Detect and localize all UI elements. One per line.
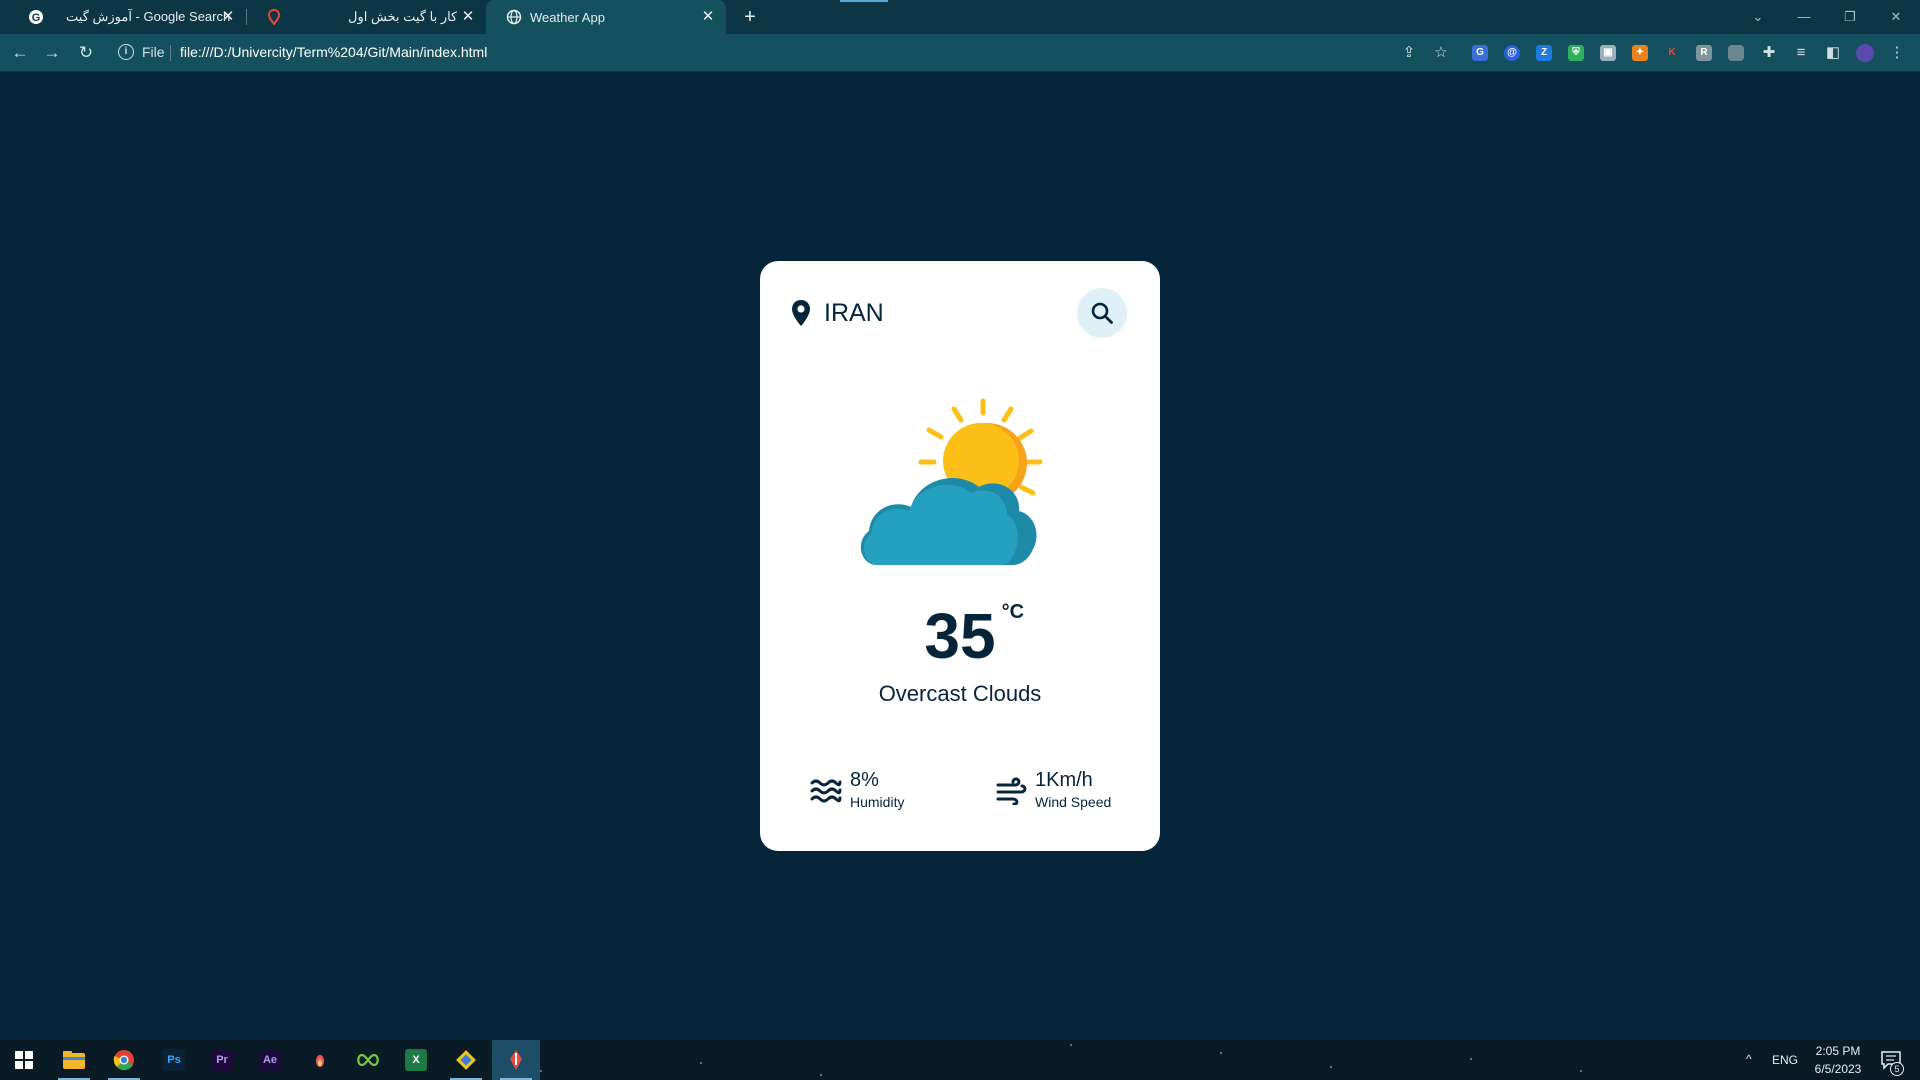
taskbar-git-app[interactable]: [442, 1040, 490, 1080]
wallpaper-star: [1070, 1044, 1072, 1046]
humidity-waves-icon: [810, 779, 842, 803]
wind-detail: 1Km/h Wind Speed: [995, 767, 1135, 813]
sun-behind-cloud-icon: [860, 398, 1043, 565]
windows-start-button[interactable]: [0, 1040, 48, 1080]
humidity-detail: 8% Humidity: [810, 767, 940, 813]
wallpaper-star: [1330, 1066, 1332, 1068]
tray-language[interactable]: ENG: [1772, 1053, 1798, 1067]
minimize-icon[interactable]: —: [1794, 7, 1814, 27]
close-tab-icon[interactable]: ✕: [220, 9, 236, 25]
temperature-wrap: 35 °C: [760, 601, 1160, 671]
weather-description: Overcast Clouds: [878, 681, 1042, 706]
drag-indicator: [840, 0, 888, 2]
back-arrow-icon[interactable]: ←: [10, 43, 30, 63]
address-bar-url[interactable]: file:///D:/Univercity/Term%204/Git/Main/…: [180, 44, 487, 60]
k-extension-icon[interactable]: K: [1664, 45, 1680, 61]
google-icon: G: [28, 9, 44, 25]
red-pin-icon: [266, 9, 282, 25]
bookmark-star-icon[interactable]: ☆: [1432, 44, 1450, 62]
pen-tool-icon: [510, 1050, 522, 1070]
browser-toolbar: ← → ↻ i File file:///D:/Univercity/Term%…: [0, 34, 1920, 72]
address-divider: [170, 45, 171, 61]
taskbar-infinity-app[interactable]: [344, 1040, 392, 1080]
reload-icon[interactable]: ↻: [76, 43, 96, 63]
weather-card: IRAN 35 °C Overcast Clouds 8% Humidity 1…: [760, 261, 1160, 851]
wind-speed-value: 1Km/h: [1035, 769, 1093, 791]
wallpaper-star: [1470, 1058, 1472, 1060]
wallpaper-star: [820, 1074, 822, 1076]
forward-arrow-icon[interactable]: →: [42, 43, 62, 63]
location-name: IRAN: [824, 299, 884, 327]
menu-kebab-icon[interactable]: ⋮: [1888, 44, 1906, 62]
wallpaper-star: [540, 1070, 542, 1072]
humidity-value: 8%: [850, 769, 879, 791]
chrome-icon: [113, 1050, 134, 1071]
close-window-icon[interactable]: ✕: [1886, 7, 1906, 27]
puzzle-extensions-icon[interactable]: ✚: [1760, 44, 1778, 62]
shield-extension-icon[interactable]: ⛨: [1568, 45, 1584, 61]
r-extension-icon[interactable]: R: [1696, 45, 1712, 61]
temperature-value: 35 °C: [924, 600, 1025, 672]
excel-icon: X: [405, 1049, 427, 1071]
profile-avatar-icon[interactable]: [1856, 44, 1874, 62]
taskbar-active-app[interactable]: [492, 1040, 540, 1080]
side-panel-icon[interactable]: ◧: [1824, 44, 1842, 62]
flame-app-icon: [316, 1055, 324, 1067]
globe-icon: [506, 9, 522, 25]
windows-logo-icon: [15, 1051, 33, 1069]
browser-tab-bar: G آموزش گیت - Google Search ✕ کار با گیت…: [0, 0, 1920, 34]
tab-title: کار با گیت بخش اول: [348, 9, 458, 24]
taskbar-premiere-pro[interactable]: Pr: [198, 1040, 246, 1080]
taskbar-after-effects[interactable]: Ae: [246, 1040, 294, 1080]
new-tab-button[interactable]: +: [738, 5, 762, 29]
wallpaper-star: [1220, 1052, 1222, 1054]
restore-icon[interactable]: ❐: [1840, 7, 1860, 27]
wind-icon: [996, 777, 1027, 805]
tab-weather-app[interactable]: Weather App ✕: [486, 0, 726, 34]
after-effects-icon: Ae: [259, 1049, 281, 1071]
folder-icon: [63, 1051, 85, 1069]
svg-text:G: G: [32, 12, 41, 24]
taskbar-chrome[interactable]: [100, 1040, 148, 1080]
wallpaper-star: [1580, 1070, 1582, 1072]
address-scheme-label: File: [142, 44, 165, 60]
site-info-icon[interactable]: i: [118, 44, 134, 60]
z-extension-icon[interactable]: Z: [1536, 45, 1552, 61]
taskbar-misc-app[interactable]: [296, 1040, 344, 1080]
fox-extension-icon[interactable]: ✦: [1632, 45, 1648, 61]
close-tab-icon[interactable]: ✕: [700, 9, 716, 25]
taskbar-excel[interactable]: X: [392, 1040, 440, 1080]
tray-chevron-up-icon[interactable]: ^: [1746, 1052, 1752, 1066]
git-diamond-icon: [456, 1050, 476, 1070]
humidity-label: Humidity: [850, 794, 905, 810]
wind-speed-label: Wind Speed: [1035, 794, 1112, 810]
tab-title: Weather App: [530, 9, 605, 25]
windows-taskbar: Ps Pr Ae X ^ ENG 2:05 PM 6/5/2023 5: [0, 1040, 1920, 1080]
photoshop-icon: Ps: [163, 1049, 185, 1071]
translate-extension-icon[interactable]: G: [1472, 45, 1488, 61]
tray-time[interactable]: 2:05 PM: [1810, 1044, 1866, 1058]
tab-search-icon[interactable]: ⌄: [1748, 7, 1768, 27]
share-icon[interactable]: ⇪: [1400, 44, 1418, 62]
tab-git-lesson[interactable]: کار با گیت بخش اول ✕: [246, 0, 486, 34]
close-tab-icon[interactable]: ✕: [460, 9, 476, 25]
taskbar-file-explorer[interactable]: [50, 1040, 98, 1080]
wallpaper-star: [700, 1062, 702, 1064]
location-pin-icon: [792, 300, 810, 326]
notification-count-badge: 5: [1890, 1062, 1904, 1076]
image-extension-icon[interactable]: ▣: [1600, 45, 1616, 61]
reading-list-icon[interactable]: ≡: [1792, 44, 1810, 62]
grey-extension-icon[interactable]: [1728, 45, 1744, 61]
infinity-icon: [357, 1053, 379, 1067]
tray-date[interactable]: 6/5/2023: [1806, 1062, 1870, 1076]
taskbar-photoshop[interactable]: Ps: [150, 1040, 198, 1080]
tab-google-search[interactable]: G آموزش گیت - Google Search ✕: [8, 0, 246, 34]
search-button[interactable]: [1077, 288, 1127, 338]
tab-title: آموزش گیت - Google Search: [66, 9, 231, 24]
temperature-unit: °C: [1001, 601, 1025, 623]
at-extension-icon[interactable]: @: [1504, 45, 1520, 61]
search-icon: [1091, 302, 1113, 324]
premiere-pro-icon: Pr: [211, 1049, 233, 1071]
